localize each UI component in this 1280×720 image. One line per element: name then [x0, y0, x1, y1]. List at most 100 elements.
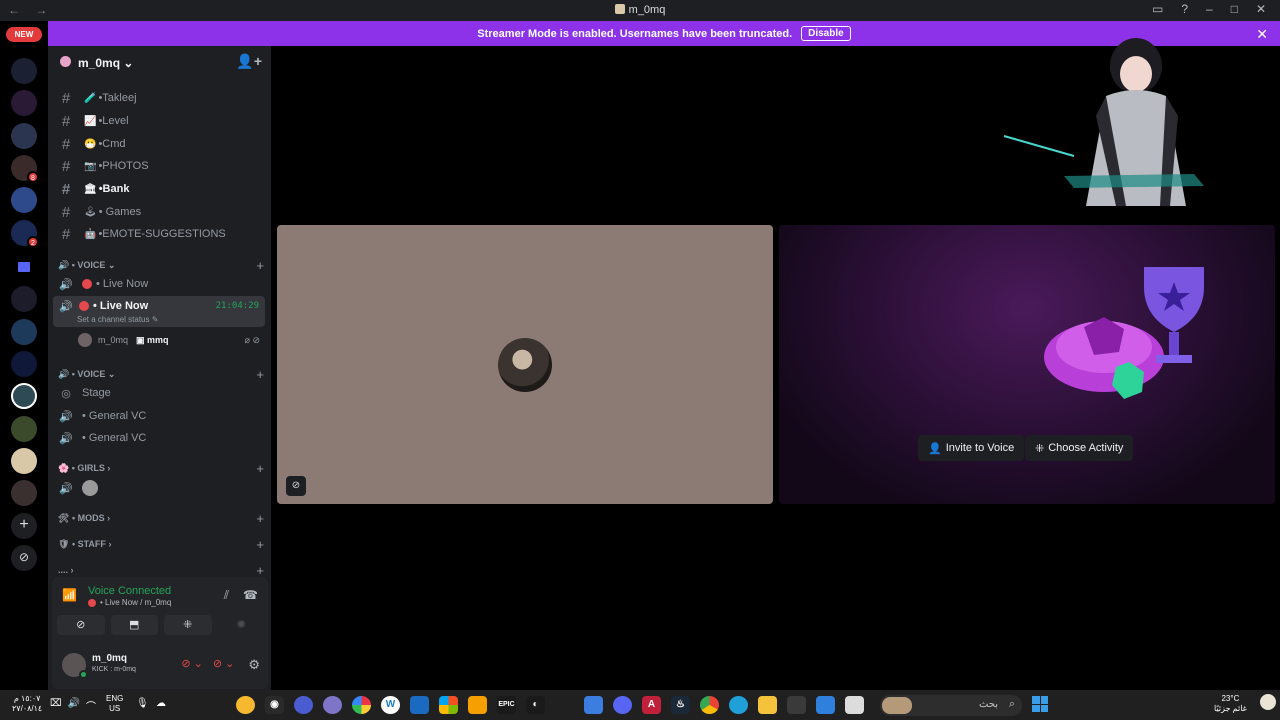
app-taskbar-icon[interactable]	[323, 696, 342, 714]
server-icon[interactable]	[11, 187, 37, 213]
maximize-button[interactable]: □	[1231, 2, 1238, 16]
category-girls[interactable]: 🌸 • GIRLS › +	[58, 460, 264, 476]
create-channel-icon[interactable]: +	[256, 461, 264, 476]
new-badge[interactable]: NEW	[6, 27, 42, 42]
tray-icon[interactable]: ⌧	[50, 698, 62, 713]
voice-connected-subtitle[interactable]: • Live Now / m_0mq	[88, 598, 171, 607]
voice-channel-general[interactable]: 🔊 • General VC	[54, 428, 266, 448]
windows-store-icon[interactable]	[439, 696, 458, 714]
windows-start-icon[interactable]	[1032, 696, 1048, 712]
cloud-icon[interactable]: ☁	[156, 698, 166, 709]
activities-button[interactable]: ⁜	[164, 615, 212, 635]
app-taskbar-icon[interactable]	[468, 696, 487, 714]
category-more[interactable]: .... › +	[58, 562, 264, 578]
app-taskbar-icon[interactable]	[236, 696, 255, 714]
app-taskbar-icon[interactable]	[845, 696, 864, 714]
signal-icon[interactable]: 📶	[62, 588, 77, 602]
avatar[interactable]	[62, 653, 88, 679]
create-channel-icon[interactable]: +	[256, 537, 264, 552]
server-icon[interactable]	[11, 480, 37, 506]
server-icon[interactable]	[11, 351, 37, 377]
invite-people-icon[interactable]: 👤+	[236, 53, 262, 70]
voice-channel-general[interactable]: 🔊 • General VC	[54, 406, 266, 426]
voice-connected-title[interactable]: Voice Connected	[88, 585, 171, 597]
discover-icon[interactable]: ⊘	[11, 545, 37, 571]
set-channel-status[interactable]: Set a channel status ✎	[77, 315, 158, 324]
app-taskbar-icon[interactable]	[294, 696, 313, 714]
disable-streamer-button[interactable]: Disable	[801, 26, 851, 41]
camera-toggle-button[interactable]: ⊘	[57, 615, 105, 635]
app-taskbar-icon[interactable]	[352, 696, 371, 714]
server-icon[interactable]	[11, 123, 37, 149]
server-icon[interactable]	[11, 448, 37, 474]
create-channel-icon[interactable]: +	[256, 563, 264, 578]
app-taskbar-icon[interactable]	[555, 696, 574, 714]
server-icon[interactable]	[11, 90, 37, 116]
app-taskbar-icon[interactable]	[584, 696, 603, 714]
app-taskbar-icon[interactable]: A	[642, 696, 661, 714]
folder-icon[interactable]	[11, 254, 37, 280]
create-channel-icon[interactable]: +	[256, 258, 264, 273]
app-taskbar-icon[interactable]	[787, 696, 806, 714]
screen-share-button[interactable]: ⬒	[110, 615, 158, 635]
gear-icon[interactable]: ⚙	[248, 657, 260, 673]
language-indicator[interactable]: ENG US	[106, 694, 123, 714]
channel-cmd[interactable]: # 😷 •Cmd	[54, 134, 266, 154]
epic-games-icon[interactable]: EPIC	[497, 696, 516, 714]
wifi-icon[interactable]: ⌒	[86, 698, 96, 713]
clock[interactable]: ١٥:٠٧ م ٢٧/٠٨/١٤	[12, 694, 42, 714]
app-taskbar-icon[interactable]	[410, 696, 429, 714]
voice-channel-live-now[interactable]: 🔊 • Live Now	[54, 274, 266, 294]
category-voice[interactable]: 🔊 • VOICE ⌄ +	[58, 257, 264, 273]
participant-tile[interactable]: ⊘	[277, 225, 773, 504]
discord-icon[interactable]	[613, 696, 632, 714]
help-icon[interactable]: ?	[1181, 2, 1188, 16]
server-icon[interactable]	[11, 286, 37, 312]
noise-suppression-icon[interactable]: ⫽	[224, 588, 229, 603]
app-taskbar-icon[interactable]	[816, 696, 835, 714]
create-channel-icon[interactable]: +	[256, 367, 264, 382]
chrome-icon[interactable]	[700, 696, 719, 714]
channel-photos[interactable]: # 📷 •PHOTOS	[54, 156, 266, 176]
file-explorer-icon[interactable]	[758, 696, 777, 714]
server-header[interactable]: m_0mq ⌄ 👤+	[48, 46, 271, 76]
channel-emote-suggestions[interactable]: # 🤖 •EMOTE-SUGGESTIONS	[54, 224, 266, 244]
weather-widget[interactable]: 23°C غائم جزئيًا	[1214, 694, 1276, 714]
server-icon[interactable]: 2	[11, 220, 39, 248]
edge-icon[interactable]	[729, 696, 748, 714]
category-staff[interactable]: 🛡 • STAFF › +	[58, 536, 264, 552]
channel-bank[interactable]: # 🏛 •Bank	[54, 179, 266, 199]
channel-games[interactable]: # 🕹 • Games	[54, 202, 266, 222]
steam-icon[interactable]: ♨	[671, 696, 690, 714]
voice-channel-unnamed[interactable]: 🔊	[54, 478, 266, 498]
category-voice[interactable]: 🔊 • VOICE ⌄ +	[58, 366, 264, 382]
deafen-icon[interactable]: ⊘ ⌄	[213, 657, 235, 673]
volume-icon[interactable]: 🔊	[68, 698, 80, 713]
invite-to-voice-button[interactable]: 👤 Invite to Voice	[918, 435, 1025, 461]
channel-takleej[interactable]: # 🧪 •Takleej	[54, 88, 266, 108]
app-taskbar-icon[interactable]: ◐	[526, 696, 545, 714]
close-button[interactable]: ✕	[1256, 2, 1266, 16]
mic-icon[interactable]: 🎙	[136, 698, 149, 709]
inbox-icon[interactable]: ▭	[1152, 2, 1163, 16]
choose-activity-button[interactable]: ⁜ Choose Activity	[1025, 435, 1134, 461]
stage-channel[interactable]: ◎ Stage	[54, 383, 266, 403]
mute-mic-icon[interactable]: ⊘ ⌄	[181, 657, 203, 673]
channel-level[interactable]: # 📈 •Level	[54, 111, 266, 131]
create-channel-icon[interactable]: +	[256, 511, 264, 526]
close-icon[interactable]: ✕	[1256, 26, 1268, 43]
soundboard-button[interactable]: ✺	[218, 615, 266, 635]
category-mods[interactable]: 🛠 • MODS › +	[58, 510, 264, 526]
server-icon[interactable]: 8	[11, 155, 39, 183]
server-icon[interactable]	[11, 319, 37, 345]
server-icon[interactable]	[11, 383, 37, 409]
server-icon[interactable]	[11, 416, 37, 442]
server-icon[interactable]	[11, 58, 37, 84]
minimize-button[interactable]: –	[1206, 2, 1213, 16]
voice-channel-live-now-active[interactable]: 🔊 • Live Now 21:04:29 Set a channel stat…	[53, 296, 265, 327]
app-taskbar-icon[interactable]: W	[381, 696, 400, 714]
taskbar-search[interactable]: بحث ⌕	[880, 695, 1022, 716]
disconnect-icon[interactable]: ☎	[243, 588, 258, 603]
app-taskbar-icon[interactable]: ◉	[265, 696, 284, 714]
voice-member[interactable]: m_0mq ▣ mmq ⌀ ⊘	[78, 333, 264, 347]
